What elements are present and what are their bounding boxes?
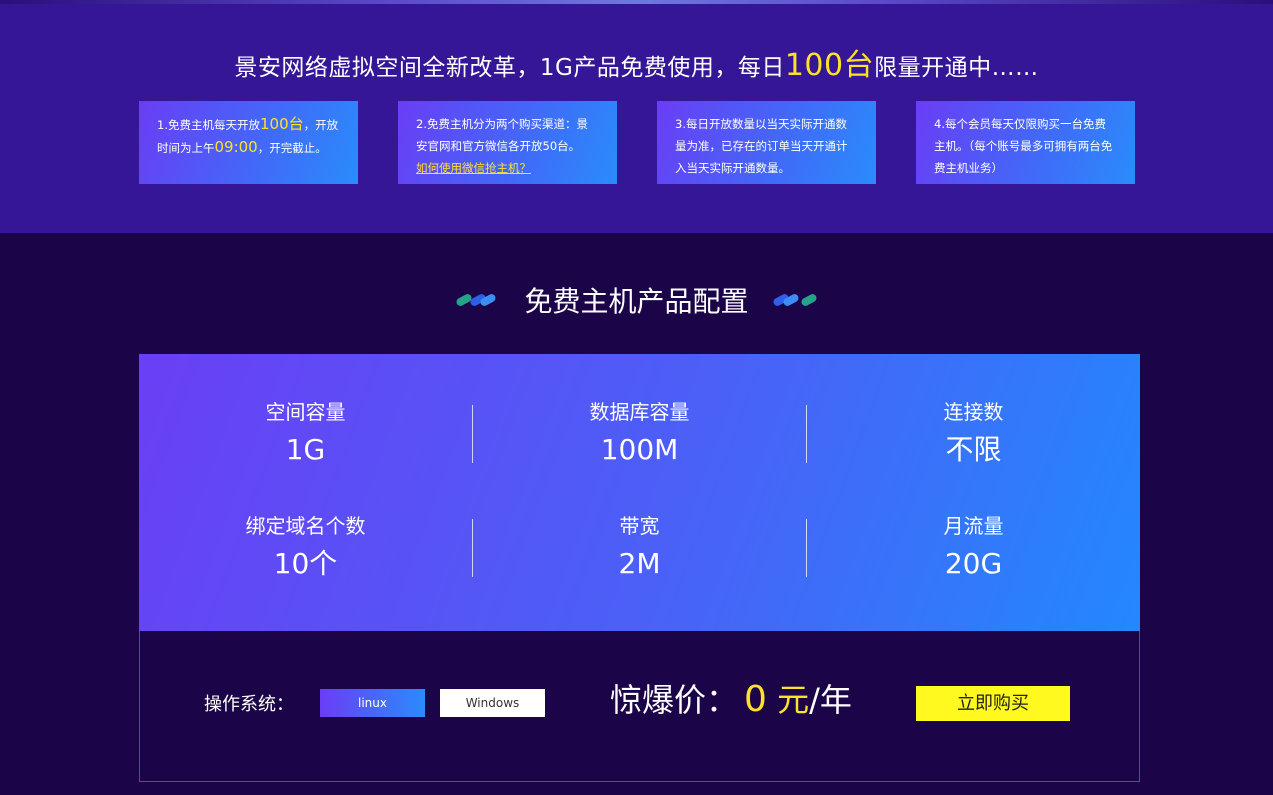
price-currency: 元 bbox=[777, 681, 810, 719]
headline-highlight: 100台 bbox=[784, 48, 875, 83]
spec-panel: 空间容量 1G 数据库容量 100M 连接数 不限 绑定域名个数 10个 带宽 … bbox=[139, 354, 1140, 631]
rule-text: ，开完截止。 bbox=[257, 141, 327, 155]
spec-connections: 连接数 不限 bbox=[807, 399, 1140, 467]
spec-value: 100M bbox=[600, 433, 679, 466]
wechat-guide-link[interactable]: 如何使用微信抢主机？ bbox=[416, 161, 531, 175]
section-title: 免费主机产品配置 bbox=[524, 285, 749, 318]
os-option-windows[interactable]: Windows bbox=[440, 689, 545, 717]
price-value: 0 bbox=[744, 679, 767, 720]
spec-label: 月流量 bbox=[943, 514, 1004, 538]
section-heading: 免费主机产品配置 bbox=[0, 280, 1273, 320]
spec-value: 2M bbox=[618, 547, 661, 580]
spec-label: 带宽 bbox=[619, 514, 660, 538]
os-option-linux[interactable]: linux bbox=[320, 689, 425, 717]
spec-label: 绑定域名个数 bbox=[245, 514, 366, 538]
top-decor-strip bbox=[0, 0, 1273, 4]
rule-card-4: 4.每个会员每天仅限购买一台免费主机。（每个账号最多可拥有两台免费主机业务） bbox=[916, 101, 1135, 184]
buy-now-button[interactable]: 立即购买 bbox=[916, 686, 1070, 721]
rule-text: 2.免费主机分为两个购买渠道：景安官网和官方微信各开放50台。 bbox=[416, 117, 588, 153]
spec-label: 空间容量 bbox=[265, 400, 346, 424]
spec-bandwidth: 带宽 2M bbox=[473, 513, 806, 581]
spec-domains: 绑定域名个数 10个 bbox=[139, 513, 472, 581]
price-display: 惊爆价： 0 元/年 bbox=[610, 675, 852, 721]
rule-text: 4.每个会员每天仅限购买一台免费主机。（每个账号最多可拥有两台免费主机业务） bbox=[934, 117, 1113, 175]
rule-text: 3.每日开放数量以当天实际开通数量为准，已存在的订单当天开通计入当天实际开通数量… bbox=[675, 117, 848, 175]
rule-highlight: 09:00 bbox=[214, 138, 258, 156]
spec-value: 不限 bbox=[945, 433, 1002, 466]
promo-banner: 景安网络虚拟空间全新改革，1G产品免费使用，每日100台限量开通中…… 1.免费… bbox=[0, 0, 1273, 233]
title-decoration-left-icon bbox=[454, 292, 500, 308]
price-label: 惊爆价： bbox=[610, 681, 739, 719]
promo-headline: 景安网络虚拟空间全新改革，1G产品免费使用，每日100台限量开通中…… bbox=[0, 40, 1273, 84]
rule-card-2: 2.免费主机分为两个购买渠道：景安官网和官方微信各开放50台。 如何使用微信抢主… bbox=[398, 101, 617, 184]
title-decoration-right-icon bbox=[772, 292, 819, 308]
rule-highlight: 100台 bbox=[259, 115, 304, 133]
price-period: /年 bbox=[809, 681, 852, 719]
spec-label: 连接数 bbox=[943, 400, 1004, 424]
headline-suffix: 限量开通中…… bbox=[874, 55, 1039, 81]
purchase-panel: 操作系统： linux Windows 惊爆价： 0 元/年 立即购买 bbox=[139, 631, 1140, 782]
spec-space: 空间容量 1G bbox=[139, 399, 472, 467]
rule-card-3: 3.每日开放数量以当天实际开通数量为准，已存在的订单当天开通计入当天实际开通数量… bbox=[657, 101, 876, 184]
spec-value: 10个 bbox=[273, 547, 338, 580]
spec-value: 1G bbox=[285, 433, 326, 466]
rule-text: 1.免费主机每天开放 bbox=[157, 118, 260, 132]
spec-traffic: 月流量 20G bbox=[807, 513, 1140, 581]
headline-text: 景安网络虚拟空间全新改革，1G产品免费使用，每日 bbox=[234, 55, 785, 81]
os-label: 操作系统： bbox=[204, 694, 294, 715]
rule-card-1: 1.免费主机每天开放100台，开放时间为上午09:00，开完截止。 bbox=[139, 101, 358, 184]
spec-value: 20G bbox=[944, 547, 1003, 580]
spec-database: 数据库容量 100M bbox=[473, 399, 806, 467]
spec-label: 数据库容量 bbox=[589, 400, 690, 424]
